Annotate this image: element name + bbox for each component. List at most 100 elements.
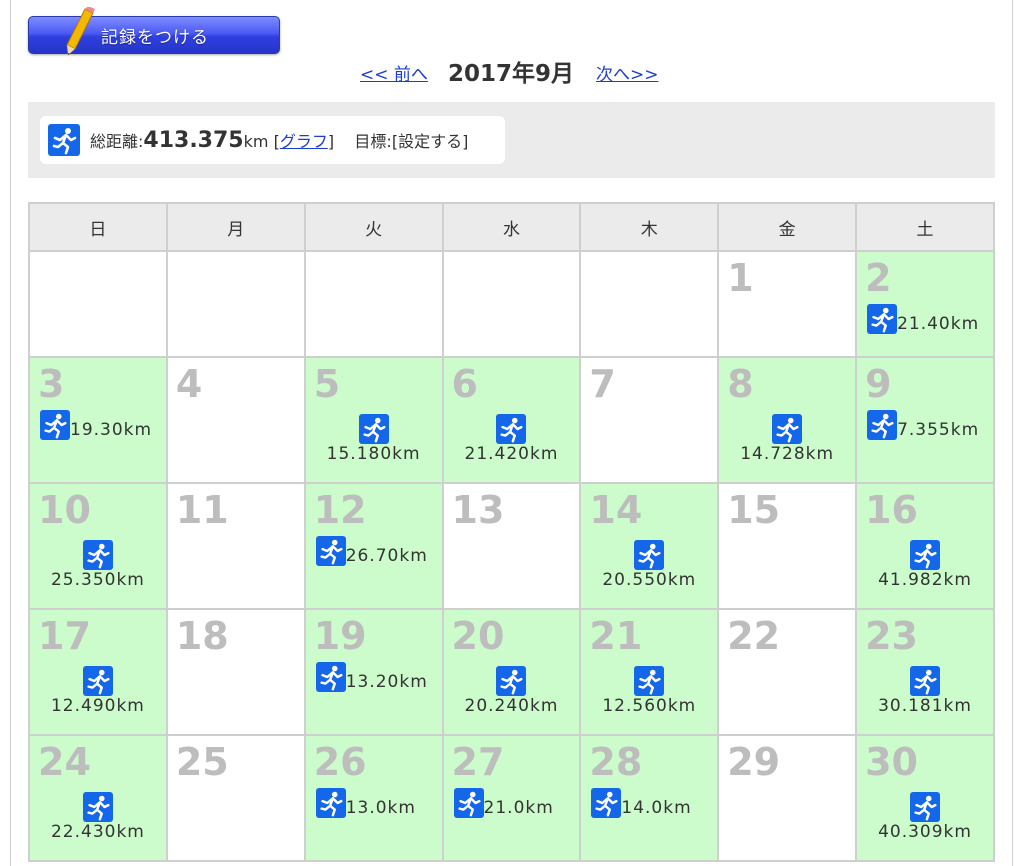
calendar-body: 1 2 21.40km 3 19.30km 4 5 15.180km 6 21.420km 7 8 14… — [28, 250, 995, 862]
calendar-empty-cell — [28, 250, 168, 358]
goal-label: 目標: — [354, 131, 392, 151]
page-border-right — [1012, 0, 1013, 866]
day-number: 12 — [313, 488, 367, 532]
run-entry[interactable]: 21.420km — [444, 414, 580, 464]
run-entry[interactable]: 15.180km — [306, 414, 442, 464]
run-entry[interactable]: 22.430km — [30, 792, 166, 842]
runner-icon — [634, 540, 665, 570]
calendar-day-cell[interactable]: 17 12.490km — [28, 608, 168, 736]
run-entry[interactable]: 20.240km — [444, 666, 580, 716]
calendar-day-cell[interactable]: 5 15.180km — [303, 356, 444, 484]
run-entry[interactable]: 26.70km — [306, 536, 442, 566]
runner-icon — [867, 410, 898, 440]
calendar-day-cell[interactable]: 13 — [441, 482, 582, 610]
run-entry[interactable]: 40.309km — [857, 792, 993, 842]
day-number: 24 — [38, 740, 91, 784]
day-number: 19 — [313, 614, 367, 658]
month-title: 2017年9月 — [448, 61, 575, 87]
weekday-header-row: 日 月 火 水 木 金 土 — [28, 202, 995, 252]
day-number: 11 — [175, 488, 229, 532]
calendar-day-cell[interactable]: 22 — [717, 608, 858, 736]
run-entry[interactable]: 14.0km — [581, 788, 717, 818]
runner-icon — [634, 666, 665, 696]
calendar-week-row: 3 19.30km 4 5 15.180km 6 21.420km 7 8 14.728km 9 7.… — [28, 356, 995, 484]
calendar-day-cell[interactable]: 28 14.0km — [579, 734, 720, 862]
runner-icon — [910, 666, 941, 696]
runner-icon — [40, 410, 70, 440]
run-entry[interactable]: 41.982km — [857, 540, 993, 590]
run-entry[interactable]: 20.550km — [581, 540, 717, 590]
calendar-day-cell[interactable]: 6 21.420km — [441, 356, 582, 484]
calendar-day-cell[interactable]: 21 12.560km — [579, 608, 720, 736]
calendar-day-cell[interactable]: 9 7.355km — [855, 356, 995, 484]
day-number: 14 — [589, 488, 643, 532]
run-entry[interactable]: 13.20km — [306, 662, 442, 692]
calendar-day-cell[interactable]: 29 — [717, 734, 858, 862]
runner-icon — [910, 792, 941, 822]
run-distance: 21.40km — [897, 314, 980, 334]
run-entry[interactable]: 7.355km — [857, 410, 993, 440]
run-entry[interactable]: 30.181km — [857, 666, 993, 716]
calendar-day-cell[interactable]: 30 40.309km — [855, 734, 995, 862]
runner-icon — [82, 540, 113, 570]
run-entry[interactable]: 21.40km — [857, 304, 993, 334]
calendar-day-cell[interactable]: 19 13.20km — [303, 608, 444, 736]
calendar-day-cell[interactable]: 27 21.0km — [441, 734, 582, 862]
calendar-day-cell[interactable]: 16 41.982km — [855, 482, 995, 610]
day-number: 25 — [175, 740, 229, 784]
run-entry[interactable]: 14.728km — [719, 414, 855, 464]
calendar-day-cell[interactable]: 23 30.181km — [855, 608, 995, 736]
calendar-day-cell[interactable]: 10 25.350km — [28, 482, 168, 610]
calendar-day-cell[interactable]: 26 13.0km — [303, 734, 444, 862]
day-number: 16 — [865, 488, 918, 532]
calendar-day-cell[interactable]: 8 14.728km — [717, 356, 858, 484]
day-number: 1 — [727, 256, 754, 300]
calendar-week-row: 10 25.350km 11 12 26.70km 13 14 20.550km 15 16 41.… — [28, 482, 995, 610]
run-entry[interactable]: 12.490km — [30, 666, 166, 716]
run-distance: 20.240km — [464, 696, 559, 716]
calendar-day-cell[interactable]: 3 19.30km — [28, 356, 168, 484]
calendar-day-cell[interactable]: 2 21.40km — [855, 250, 995, 358]
run-entry[interactable]: 13.0km — [306, 788, 442, 818]
day-number: 18 — [175, 614, 229, 658]
calendar-day-cell[interactable]: 4 — [165, 356, 306, 484]
calendar-week-row: 24 22.430km 25 26 13.0km 27 21.0km 28 14.0km 29 30… — [28, 734, 995, 862]
run-entry[interactable]: 25.350km — [30, 540, 166, 590]
day-number: 22 — [727, 614, 781, 658]
run-entry[interactable]: 12.560km — [581, 666, 717, 716]
day-number: 9 — [865, 362, 892, 406]
record-button[interactable]: 記録をつける — [28, 7, 280, 55]
run-distance: 25.350km — [50, 570, 145, 590]
calendar-day-cell[interactable]: 7 — [579, 356, 720, 484]
calendar-day-cell[interactable]: 24 22.430km — [28, 734, 168, 862]
calendar-week-row: 17 12.490km 18 19 13.20km 20 20.240km 21 12.560k… — [28, 608, 995, 736]
calendar-day-cell[interactable]: 18 — [165, 608, 306, 736]
runner-icon — [48, 124, 80, 156]
runner-icon — [910, 540, 941, 570]
calendar-day-cell[interactable]: 14 20.550km — [579, 482, 720, 610]
day-number: 7 — [589, 362, 616, 406]
day-number: 27 — [451, 740, 505, 784]
calendar-day-cell[interactable]: 1 — [717, 250, 858, 358]
run-entry[interactable]: 19.30km — [30, 410, 166, 440]
calendar-day-cell[interactable]: 11 — [165, 482, 306, 610]
calendar-day-cell[interactable]: 15 — [717, 482, 858, 610]
day-number: 17 — [38, 614, 91, 658]
run-entry[interactable]: 21.0km — [444, 788, 580, 818]
calendar-day-cell[interactable]: 12 26.70km — [303, 482, 444, 610]
next-month-link[interactable]: 次へ>> — [596, 60, 659, 85]
graph-link[interactable]: グラフ — [280, 132, 328, 151]
day-number: 2 — [865, 256, 892, 300]
total-distance-label: 総距離: — [90, 131, 144, 151]
calendar-day-cell[interactable]: 25 — [165, 734, 306, 862]
prev-month-link[interactable]: << 前へ — [360, 60, 428, 85]
run-distance: 14.0km — [621, 798, 692, 818]
day-number: 10 — [38, 488, 91, 532]
day-number: 20 — [451, 614, 505, 658]
goal-setting-link[interactable]: [設定する] — [392, 132, 469, 151]
runner-icon — [315, 536, 346, 566]
run-distance: 13.0km — [345, 798, 416, 818]
runner-icon — [496, 414, 527, 444]
record-button-label: 記録をつける — [101, 28, 209, 48]
calendar-day-cell[interactable]: 20 20.240km — [441, 608, 582, 736]
